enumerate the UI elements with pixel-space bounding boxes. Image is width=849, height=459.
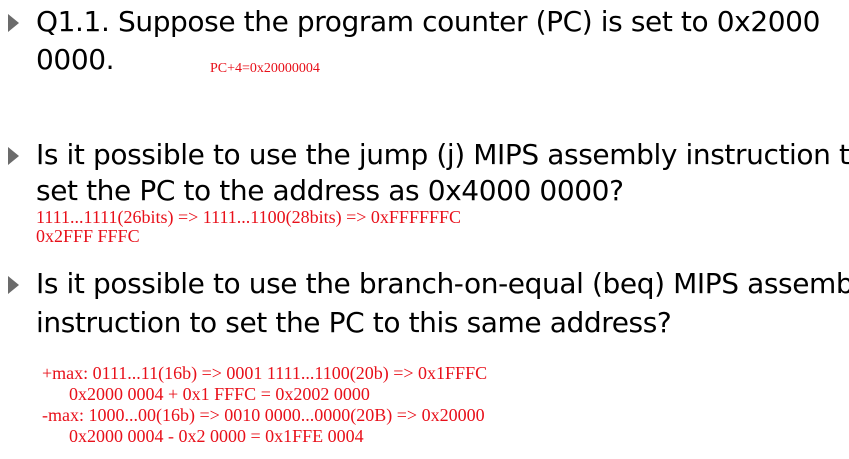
triangle-bullet-icon [8,14,19,32]
beq-work-line-1: +max: 0111...11(16b) => 0001 1111...1100… [42,363,488,383]
question-1-line-2: 0000. [36,43,115,76]
jump-answer-line-2: 0x2FFF FFFC [36,226,140,246]
beq-question-line-2: instruction to set the PC to this same a… [36,306,672,339]
beq-question-line-1: Is it possible to use the branch-on-equa… [36,267,849,300]
jump-answer-line-1: 1111...1111(26bits) => 1111...1100(28bit… [36,207,461,227]
question-1-line-1: Q1.1. Suppose the program counter (PC) i… [36,5,820,38]
beq-work-line-4: 0x2000 0004 - 0x2 0000 = 0x1FFE 0004 [42,426,364,446]
pc-plus-4-note: PC+4=0x20000004 [210,61,320,76]
triangle-bullet-icon [8,276,19,294]
jump-question-line-1: Is it possible to use the jump (j) MIPS … [36,138,849,171]
beq-work-line-3: -max: 1000...00(16b) => 0010 0000...0000… [42,405,485,425]
jump-question-line-2: set the PC to the address as 0x4000 0000… [36,174,624,207]
beq-work-line-2: 0x2000 0004 + 0x1 FFFC = 0x2002 0000 [42,384,370,404]
triangle-bullet-icon [8,147,19,165]
